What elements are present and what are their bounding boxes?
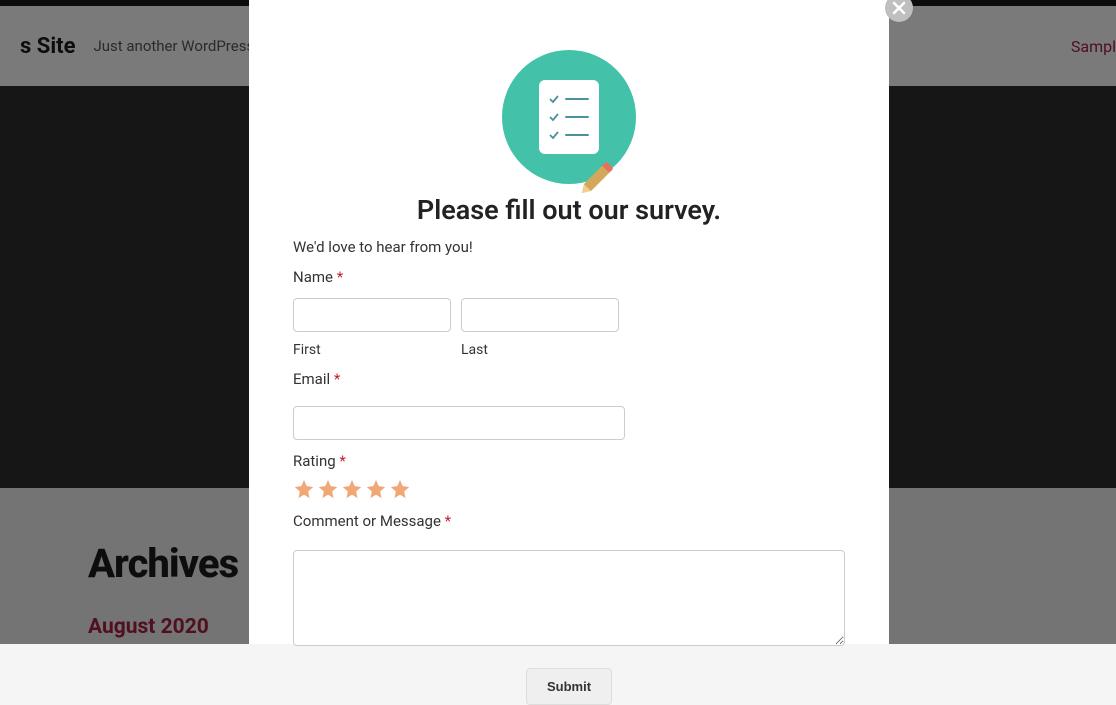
last-sublabel: Last [461,342,619,358]
rating-stars [293,478,845,500]
comment-label-text: Comment or Message [293,512,445,530]
modal-subtitle: We'd love to hear from you! [293,238,845,256]
comment-label: Comment or Message * [293,512,845,530]
required-star: * [337,268,343,286]
modal-title: Please fill out our survey. [293,194,845,226]
star-icon[interactable] [389,478,411,500]
email-input[interactable] [293,406,625,440]
close-icon [892,1,906,15]
rating-label-text: Rating [293,452,339,470]
pencil-icon [578,161,613,196]
last-name-input[interactable] [461,298,619,332]
comment-textarea[interactable] [293,550,845,646]
rating-field-group: Rating * [293,452,845,500]
email-field-group: Email * [293,370,845,440]
name-label: Name * [293,268,845,286]
required-star: * [339,452,345,470]
name-label-text: Name [293,268,337,286]
star-icon[interactable] [365,478,387,500]
required-star: * [334,370,340,388]
survey-modal: Please fill out our survey. We'd love to… [249,0,889,644]
modal-icon-wrap [293,50,845,184]
comment-field-group: Comment or Message * [293,512,845,650]
survey-clipboard-icon [502,50,636,184]
submit-button[interactable]: Submit [526,668,612,705]
star-icon[interactable] [341,478,363,500]
first-name-input[interactable] [293,298,451,332]
rating-label: Rating * [293,452,845,470]
name-field-group: Name * First Last [293,268,845,358]
star-icon[interactable] [317,478,339,500]
star-icon[interactable] [293,478,315,500]
first-sublabel: First [293,342,451,358]
required-star: * [445,512,451,530]
email-label: Email * [293,370,845,388]
email-label-text: Email [293,370,334,388]
